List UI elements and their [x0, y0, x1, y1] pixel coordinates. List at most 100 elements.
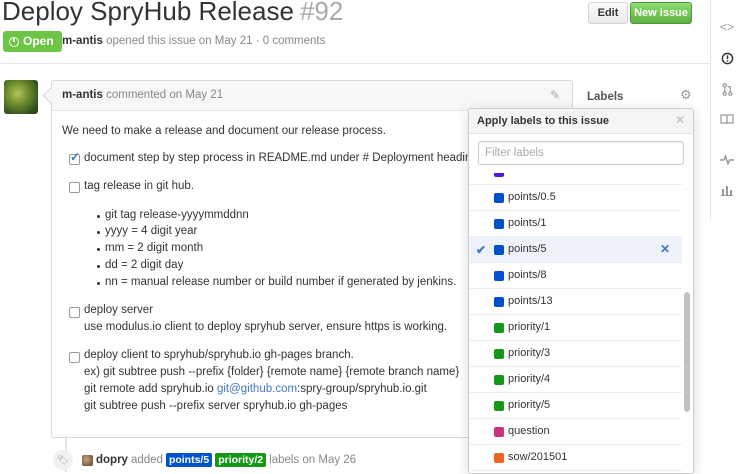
label-color-swatch: [494, 375, 504, 385]
list-bullet: [97, 282, 100, 285]
filter-labels-input[interactable]: [478, 141, 684, 165]
issue-title-text: Deploy SpryHub Release: [2, 0, 294, 26]
label-option-name: points/1: [508, 217, 547, 229]
label-color-swatch: [494, 245, 504, 255]
task-checkbox[interactable]: [69, 307, 80, 318]
label-option-name: priority/4: [508, 373, 551, 385]
label-option[interactable]: [469, 173, 682, 185]
label-option-name: priority/3: [508, 347, 551, 359]
label-color-swatch: [494, 193, 504, 203]
client-line-1: ex) git subtree push --prefix {folder} {…: [84, 366, 460, 378]
issue-number: #92: [299, 0, 344, 26]
list-item: mm = 2 digit month: [105, 242, 204, 254]
label-option[interactable]: priority/4: [469, 367, 682, 393]
email-link[interactable]: git@github.com: [217, 383, 297, 395]
label-badge[interactable]: priority/2: [215, 453, 267, 467]
task-item-text: document step by step process in README.…: [84, 152, 481, 164]
list-item: yyyy = 4 digit year: [105, 225, 198, 237]
issue-meta: m-antis opened this issue on May 21 · 0 …: [62, 35, 325, 47]
label-option[interactable]: points/8: [469, 263, 682, 289]
task-checkbox[interactable]: [69, 182, 80, 193]
dropdown-header: Apply labels to this issue ✕: [469, 109, 693, 134]
comment-header: m-antis commented on May 21 ✎: [52, 81, 572, 111]
label-color-swatch: [494, 427, 504, 437]
pull-request-icon[interactable]: [711, 74, 742, 104]
comment-author-line: m-antis commented on May 21: [62, 89, 223, 101]
client-line-2: git remote add spryhub.io git@github.com…: [84, 383, 427, 395]
repo-nav: <>: [710, 0, 742, 220]
list-item: dd = 2 digit day: [105, 259, 184, 271]
label-color-swatch: [494, 453, 504, 463]
label-event: dopry added points/5 priority/2 labels o…: [96, 453, 356, 467]
label-option-name: question: [508, 425, 550, 437]
header-divider: [0, 63, 710, 64]
tag-icon: 🏷: [53, 450, 73, 470]
event-suffix: labels on May 26: [269, 454, 357, 466]
comment-intro: We need to make a release and document o…: [62, 125, 386, 137]
label-option[interactable]: ✔ points/5 ✕: [469, 237, 682, 263]
pulse-icon[interactable]: [711, 145, 742, 175]
label-option[interactable]: priority/1: [469, 315, 682, 341]
check-icon: ✔: [476, 243, 487, 257]
label-option[interactable]: priority/5: [469, 393, 682, 419]
issues-icon[interactable]: [711, 43, 742, 73]
label-option[interactable]: points/1: [469, 211, 682, 237]
new-issue-button[interactable]: New issue: [630, 2, 692, 24]
label-option-name: points/13: [508, 295, 553, 307]
server-deploy-line: use modulus.io client to deploy spryhub …: [84, 321, 448, 333]
label-list: points/0.5 points/1 ✔ points/5 ✕ points/8 poin…: [469, 173, 682, 473]
state-badge: Open: [3, 31, 62, 52]
list-bullet: [97, 248, 100, 251]
state-label: Open: [23, 34, 54, 48]
scrollbar-thumb[interactable]: [684, 292, 690, 412]
avatar[interactable]: [4, 80, 38, 114]
event-actor-link[interactable]: dopry: [96, 454, 128, 466]
avatar[interactable]: [82, 455, 93, 466]
task-item-text: deploy client to spryhub/spryhub.io gh-p…: [84, 349, 354, 361]
list-bullet: [97, 265, 100, 268]
task-checkbox[interactable]: [69, 150, 80, 165]
comment-author-link[interactable]: m-antis: [62, 89, 103, 101]
label-option[interactable]: points/13: [469, 289, 682, 315]
list-item: git tag release-yyyymmddnn: [105, 209, 249, 221]
close-icon[interactable]: ✕: [675, 113, 685, 127]
remove-label-icon[interactable]: ✕: [660, 242, 670, 256]
list-bullet: [97, 231, 100, 234]
label-color-swatch: [494, 401, 504, 411]
label-color-swatch: [494, 297, 504, 307]
dropdown-title: Apply labels to this issue: [477, 115, 610, 127]
task-item-text: deploy server: [84, 304, 154, 316]
edit-button[interactable]: Edit: [588, 2, 628, 24]
label-option[interactable]: question: [469, 419, 682, 445]
label-option[interactable]: points/0.5: [469, 185, 682, 211]
gear-icon[interactable]: ⚙: [680, 87, 692, 103]
label-color-swatch: [494, 271, 504, 281]
list-item: nn = manual release number or build numb…: [105, 276, 457, 288]
label-option-name: points/0.5: [508, 191, 556, 203]
issue-title: Deploy SpryHub Release #92: [2, 0, 343, 27]
label-option-name: priority/1: [508, 321, 551, 333]
label-badge[interactable]: points/5: [165, 453, 213, 467]
event-verb: added: [130, 454, 163, 466]
comment-meta: commented on May 21: [106, 89, 224, 101]
label-option-name: points/8: [508, 269, 547, 281]
task-checkbox[interactable]: [69, 352, 80, 363]
label-option[interactable]: sow/201501: [469, 445, 682, 471]
task-item-text: tag release in git hub.: [84, 180, 194, 192]
graphs-icon[interactable]: [711, 175, 742, 205]
code-icon[interactable]: <>: [711, 12, 742, 42]
issue-meta-text: opened this issue on May 21 · 0 comments: [106, 35, 326, 47]
wiki-icon[interactable]: [711, 104, 742, 134]
issue-author-link[interactable]: m-antis: [62, 35, 103, 47]
issue-opened-icon: [9, 36, 19, 47]
list-bullet: [97, 215, 100, 218]
label-option-name: priority/5: [508, 399, 551, 411]
label-color-swatch: [494, 349, 504, 359]
pencil-icon[interactable]: ✎: [550, 88, 560, 102]
label-option[interactable]: priority/3: [469, 341, 682, 367]
labels-dropdown: Apply labels to this issue ✕ points/0.5p…: [468, 108, 694, 474]
labels-heading: Labels: [587, 91, 624, 103]
client-line-3: git subtree push --prefix server spryhub…: [84, 400, 348, 412]
label-option-name: sow/201501: [508, 451, 568, 463]
label-option[interactable]: [469, 471, 682, 473]
